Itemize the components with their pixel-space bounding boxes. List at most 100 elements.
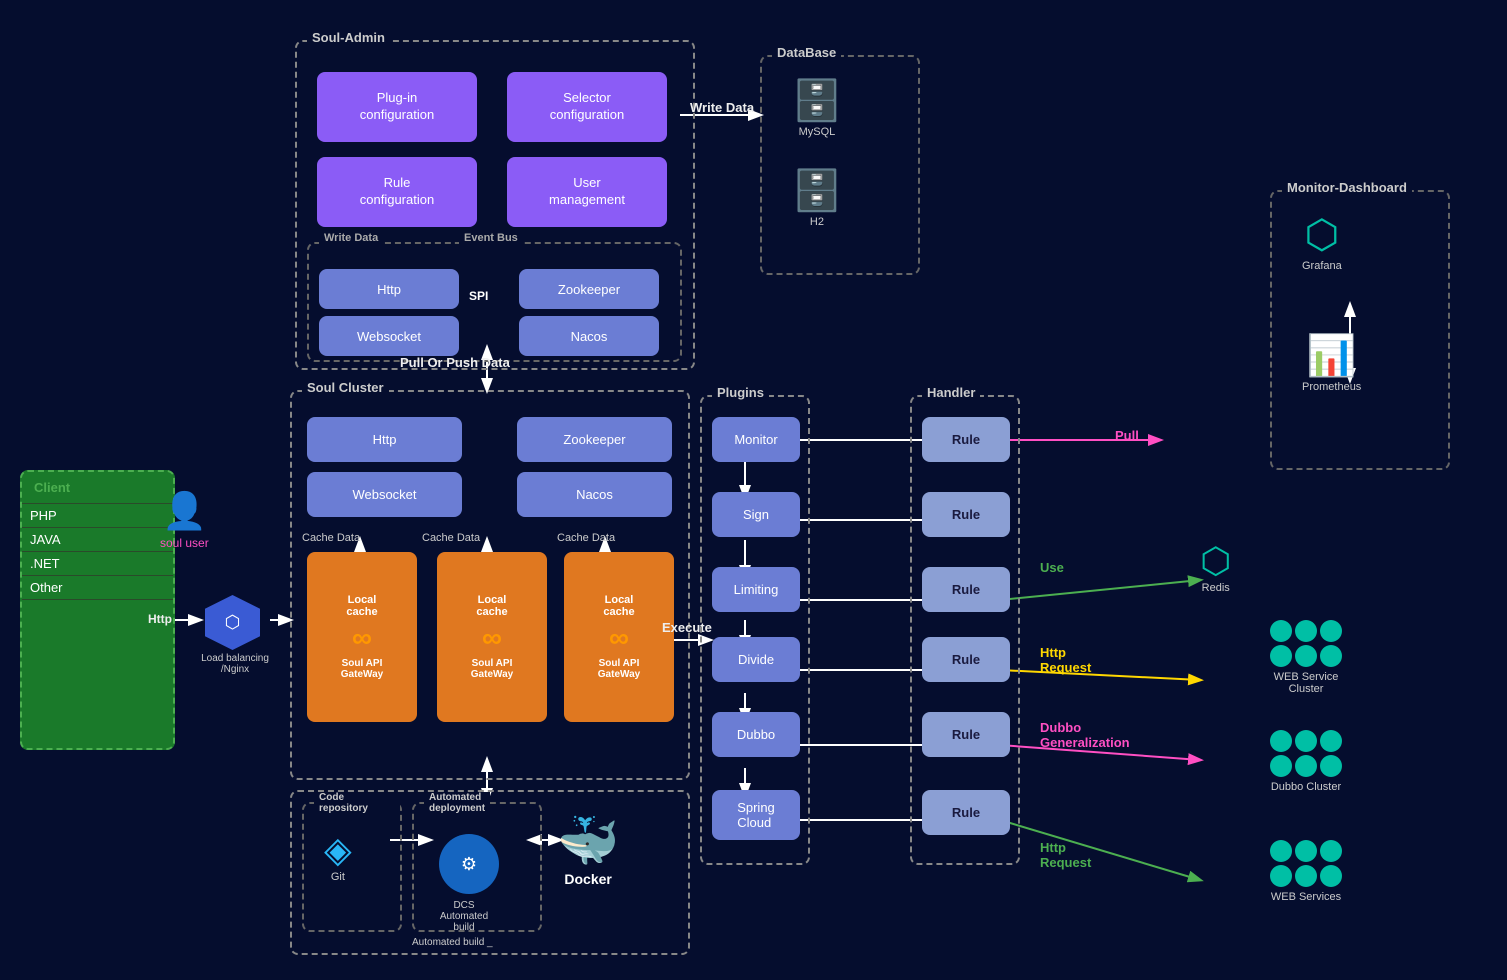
auto-deploy-box: Automateddeployment ⚙ DCSAutomatedbuild bbox=[412, 802, 542, 932]
dcs-container: ⚙ DCSAutomatedbuild bbox=[429, 834, 489, 933]
local-cache-label-1: Localcache bbox=[346, 594, 377, 618]
dubbo-cluster-container: Dubbo Cluster bbox=[1270, 730, 1342, 793]
pull-label: Pull bbox=[1115, 428, 1139, 443]
grafana-label: Grafana bbox=[1302, 260, 1342, 272]
h2-container: 🗄️ H2 bbox=[792, 167, 842, 228]
rule-3[interactable]: Rule bbox=[922, 567, 1010, 612]
websocket-sync-btn[interactable]: Websocket bbox=[319, 316, 459, 356]
gateway-1-icon: ∞ bbox=[352, 622, 372, 654]
write-data-arrow-label: Write Data bbox=[690, 100, 754, 115]
code-repo-outer-box: Code repository ◈ Git Automateddeploymen… bbox=[290, 790, 690, 955]
selector-config-btn[interactable]: Selectorconfiguration bbox=[507, 72, 667, 142]
http-request-label-2: HttpRequest bbox=[1040, 840, 1091, 870]
prometheus-icon: 📊 bbox=[1302, 332, 1361, 379]
write-data-label: Write Data bbox=[319, 232, 383, 244]
dcs-icon: ⚙ bbox=[439, 834, 499, 894]
gateway-3-icon: ∞ bbox=[609, 622, 629, 654]
prometheus-label: Prometheus bbox=[1302, 381, 1361, 393]
docker-icon: 🐳 bbox=[557, 812, 619, 871]
client-box: Client PHP JAVA .NET Other bbox=[20, 470, 175, 750]
git-icon: ◈ bbox=[324, 829, 352, 871]
http-request-label-1: HttpRequest bbox=[1040, 645, 1091, 675]
rule-1[interactable]: Rule bbox=[922, 417, 1010, 462]
soul-cluster-label: Soul Cluster bbox=[302, 380, 389, 395]
grafana-icon: ⬡ bbox=[1302, 212, 1342, 258]
auto-build-label: Automated build _ bbox=[412, 937, 493, 948]
limiting-plugin[interactable]: Limiting bbox=[712, 567, 800, 612]
handler-box: Handler Rule Rule Rule Rule Rule Rule bbox=[910, 395, 1020, 865]
dubbo-cluster-label: Dubbo Cluster bbox=[1270, 781, 1342, 793]
mysql-icon: 🗄️ bbox=[792, 77, 842, 124]
rule-4[interactable]: Rule bbox=[922, 637, 1010, 682]
plugins-box: Plugins Monitor Sign Limiting Divide Dub… bbox=[700, 395, 810, 865]
dcs-symbol: ⚙ bbox=[461, 854, 477, 875]
web-cluster-container: WEB ServiceCluster bbox=[1270, 620, 1342, 695]
plugins-label: Plugins bbox=[712, 385, 769, 400]
nacos-cluster-btn[interactable]: Nacos bbox=[517, 472, 672, 517]
cluster-dot-1 bbox=[1270, 620, 1292, 642]
cache-data-label-2: Cache Data bbox=[422, 532, 480, 544]
cluster-dot-6 bbox=[1320, 645, 1342, 667]
cluster-dot-4 bbox=[1270, 645, 1292, 667]
monitor-plugin[interactable]: Monitor bbox=[712, 417, 800, 462]
php-item: PHP bbox=[22, 504, 173, 528]
rule-config-btn[interactable]: Ruleconfiguration bbox=[317, 157, 477, 227]
sign-plugin[interactable]: Sign bbox=[712, 492, 800, 537]
grafana-container: ⬡ Grafana bbox=[1302, 212, 1342, 272]
zookeeper-sync-btn[interactable]: Zookeeper bbox=[519, 269, 659, 309]
plugin-config-btn[interactable]: Plug-inconfiguration bbox=[317, 72, 477, 142]
code-repo-box: Code repository ◈ Git bbox=[302, 802, 402, 932]
dubbo-plugin[interactable]: Dubbo bbox=[712, 712, 800, 757]
dcs-label: DCSAutomatedbuild bbox=[439, 900, 489, 933]
rule-2[interactable]: Rule bbox=[922, 492, 1010, 537]
database-box: DataBase 🗄️ MySQL 🗄️ H2 bbox=[760, 55, 920, 275]
soul-cluster-box: Soul Cluster Http Zookeeper Websocket Na… bbox=[290, 390, 690, 780]
soul-admin-label: Soul-Admin bbox=[307, 30, 390, 45]
mysql-label: MySQL bbox=[792, 126, 842, 138]
event-bus-label: Event Bus bbox=[459, 232, 523, 244]
zookeeper-cluster-btn[interactable]: Zookeeper bbox=[517, 417, 672, 462]
rule-5[interactable]: Rule bbox=[922, 712, 1010, 757]
gateway-3-box: Localcache ∞ Soul APIGateWay bbox=[564, 552, 674, 722]
load-balancing-container: ⬡ Load balancing/Nginx bbox=[205, 595, 275, 675]
prometheus-container: 📊 Prometheus bbox=[1302, 332, 1361, 393]
data-sync-box: Write Data Event Bus Http Websocket Zook… bbox=[307, 242, 682, 362]
websocket-cluster-btn[interactable]: Websocket bbox=[307, 472, 462, 517]
rule-6[interactable]: Rule bbox=[922, 790, 1010, 835]
user-mgmt-btn[interactable]: Usermanagement bbox=[507, 157, 667, 227]
soul-user-label: soul user bbox=[160, 536, 209, 550]
divide-plugin[interactable]: Divide bbox=[712, 637, 800, 682]
web-services-container: WEB Services bbox=[1270, 840, 1342, 903]
git-label: Git bbox=[324, 871, 352, 883]
web-cluster-label: WEB ServiceCluster bbox=[1270, 671, 1342, 695]
cluster-dot-2 bbox=[1295, 620, 1317, 642]
load-balancing-label: Load balancing/Nginx bbox=[195, 653, 275, 675]
http-sync-btn[interactable]: Http bbox=[319, 269, 459, 309]
local-cache-label-2: Localcache bbox=[476, 594, 507, 618]
soul-admin-box: Soul-Admin Plug-inconfiguration Selector… bbox=[295, 40, 695, 370]
redis-container: ⬡ Redis bbox=[1200, 540, 1231, 594]
gateway-2-icon: ∞ bbox=[482, 622, 502, 654]
soul-gateway-1-label: Soul APIGateWay bbox=[341, 658, 383, 680]
person-icon: 👤 bbox=[162, 490, 207, 532]
cache-data-label-3: Cache Data bbox=[557, 532, 615, 544]
dubbo-generalization-label: DubboGeneralization bbox=[1040, 720, 1130, 750]
h2-icon: 🗄️ bbox=[792, 167, 842, 214]
use-label: Use bbox=[1040, 560, 1064, 575]
other-item: Other bbox=[22, 576, 173, 600]
gateway-1-box: Localcache ∞ Soul APIGateWay bbox=[307, 552, 417, 722]
http-cluster-btn[interactable]: Http bbox=[307, 417, 462, 462]
pull-push-label: Pull Or Push Data bbox=[400, 355, 510, 370]
cluster-dot-5 bbox=[1295, 645, 1317, 667]
nacos-sync-btn[interactable]: Nacos bbox=[519, 316, 659, 356]
cluster-dot-3 bbox=[1320, 620, 1342, 642]
soul-user: 👤 soul user bbox=[160, 490, 209, 550]
git-container: ◈ Git bbox=[324, 829, 352, 883]
mysql-container: 🗄️ MySQL bbox=[792, 77, 842, 138]
docker-container: 🐳 Docker bbox=[557, 812, 619, 887]
cache-data-label-1: Cache Data bbox=[302, 532, 360, 544]
redis-icon: ⬡ bbox=[1200, 540, 1231, 582]
net-item: .NET bbox=[22, 552, 173, 576]
spring-cloud-plugin[interactable]: SpringCloud bbox=[712, 790, 800, 840]
local-cache-label-3: Localcache bbox=[603, 594, 634, 618]
